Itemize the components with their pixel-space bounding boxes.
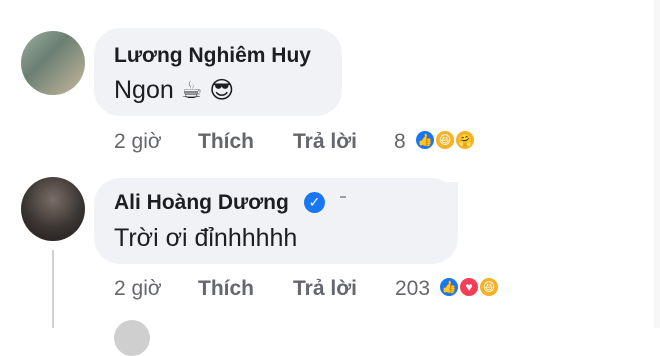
reply-button[interactable]: Trả lời xyxy=(293,277,357,301)
scrollbar[interactable] xyxy=(654,0,660,328)
reaction-count[interactable]: 8 xyxy=(394,130,406,154)
thread-line xyxy=(52,250,54,328)
comment-text-value: Ngon xyxy=(114,76,174,104)
haha-reaction-icon: 😆 xyxy=(434,129,456,151)
avatar[interactable] xyxy=(114,320,150,356)
comment-text: Trời ơi đỉnhhhhh xyxy=(114,224,298,252)
care-reaction-icon: 🤗 xyxy=(454,129,476,151)
like-button[interactable]: Thích xyxy=(198,277,254,301)
comment-text: Ngon ☕ 😎 xyxy=(114,76,234,105)
love-reaction-icon: ♥ xyxy=(458,276,480,298)
comment-author[interactable]: Ali Hoàng Dương xyxy=(114,191,289,215)
redacted-mark xyxy=(340,196,346,198)
cup-icon: ☕ xyxy=(180,77,203,104)
sunglasses-icon: 😎 xyxy=(209,77,235,104)
like-reaction-icon: 👍 xyxy=(414,129,436,151)
like-reaction-icon: 👍 xyxy=(438,276,460,298)
timestamp[interactable]: 2 giờ xyxy=(114,130,162,154)
reply-button[interactable]: Trả lời xyxy=(293,130,357,154)
haha-reaction-icon: 😆 xyxy=(478,276,500,298)
verified-badge-icon: ✓ xyxy=(304,192,325,213)
like-button[interactable]: Thích xyxy=(198,130,254,154)
comment-author[interactable]: Lương Nghiêm Huy xyxy=(114,44,311,68)
redacted-area xyxy=(332,182,458,212)
avatar[interactable] xyxy=(21,177,85,241)
avatar[interactable] xyxy=(21,31,85,95)
timestamp[interactable]: 2 giờ xyxy=(114,277,162,301)
reaction-count[interactable]: 203 xyxy=(395,277,430,301)
